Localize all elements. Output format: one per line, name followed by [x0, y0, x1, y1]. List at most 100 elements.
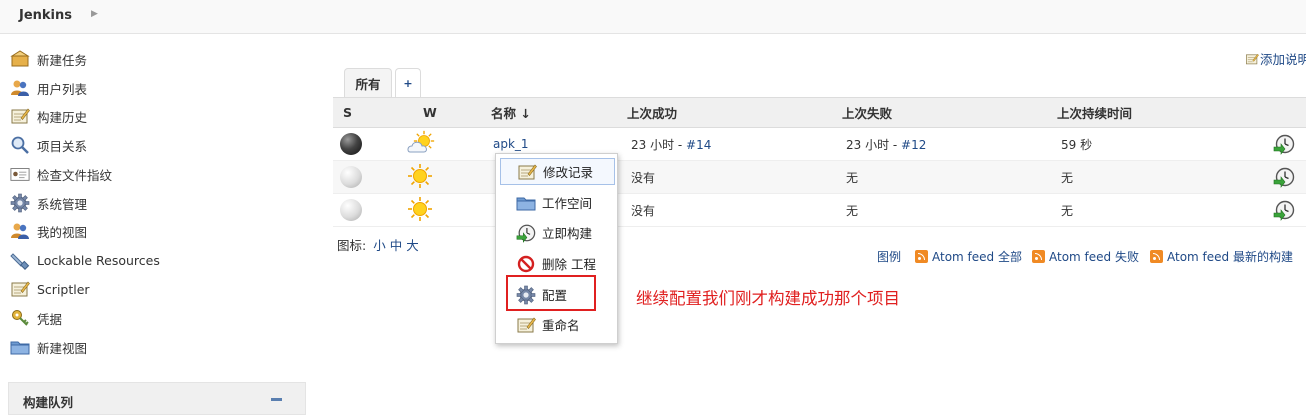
sidebar-item-label: 我的视图: [37, 224, 88, 240]
folder-icon: [516, 193, 536, 213]
atom-feed-fail[interactable]: Atom feed 失败: [1032, 247, 1139, 265]
icon-size-label: 图标:: [337, 238, 367, 253]
sidebar-item-lockable-resources[interactable]: Lockable Resources: [10, 249, 160, 271]
menu-item-changes[interactable]: 修改记录: [500, 158, 615, 185]
breadcrumb-arrow-icon[interactable]: ▶: [91, 9, 98, 19]
add-description-link[interactable]: 添加说明: [1245, 49, 1306, 68]
folder-icon: [10, 337, 30, 357]
fingerprint-icon: [10, 164, 30, 184]
column-last-failure[interactable]: 上次失败: [842, 97, 1057, 128]
icon-size-large-link[interactable]: 大: [406, 238, 419, 253]
column-last-success[interactable]: 上次成功: [627, 97, 842, 128]
sidebar-item-manage-jenkins[interactable]: 系统管理: [10, 192, 87, 214]
sidebar-item-new-view[interactable]: 新建视图: [10, 336, 87, 358]
schedule-build-icon[interactable]: [1273, 166, 1295, 188]
job-context-menu: 修改记录 工作空间 立即构建 删除 工程 配置 重命名: [495, 153, 618, 344]
atom-feed-all[interactable]: Atom feed 全部: [915, 247, 1022, 265]
table-row: apk_1 23 小时 - #14 23 小时 - #12 59 秒: [333, 127, 1306, 161]
atom-feed-latest-link[interactable]: Atom feed 最新的构建: [1167, 248, 1293, 265]
notepad-icon: [10, 279, 30, 299]
last-success-build-link[interactable]: #14: [686, 138, 711, 152]
icon-size-selector: 图标: 小 中 大: [337, 235, 419, 254]
status-ball-icon: [340, 166, 362, 188]
sidebar-item-label: 用户列表: [37, 81, 88, 97]
notepad-icon: [516, 315, 536, 335]
new-item-icon: [10, 49, 30, 69]
icon-size-small-link[interactable]: 小: [373, 238, 386, 253]
gear-icon: [10, 193, 30, 213]
build-queue-title: 构建队列: [23, 395, 74, 410]
top-bar: Jenkins ▶: [0, 0, 1306, 34]
menu-item-delete-project[interactable]: 删除 工程: [500, 250, 615, 277]
last-failure-text: 无: [846, 170, 859, 185]
menu-item-label: 重命名: [542, 318, 580, 333]
add-description-label[interactable]: 添加说明: [1260, 49, 1306, 68]
weather-sunny-icon: [407, 163, 433, 192]
table-row: 没有 无 无: [333, 193, 1306, 227]
duration-text: 无: [1061, 203, 1074, 218]
jenkins-logo-link[interactable]: Jenkins: [19, 8, 72, 23]
no-entry-icon: [516, 254, 536, 274]
column-status[interactable]: S: [333, 97, 413, 128]
legend-link[interactable]: 图例: [877, 248, 901, 265]
jobs-table: S W 名称 ↓ 上次成功 上次失败 上次持续时间 apk_1 23 小时 - …: [333, 97, 1306, 227]
atom-feed-latest[interactable]: Atom feed 最新的构建: [1150, 247, 1293, 265]
key-icon: [10, 308, 30, 328]
notepad-icon: [10, 106, 30, 126]
menu-item-workspace[interactable]: 工作空间: [500, 189, 615, 216]
menu-item-label: 修改记录: [543, 165, 594, 180]
column-weather[interactable]: W: [413, 97, 491, 128]
rss-icon: [915, 249, 928, 263]
collapse-icon[interactable]: [271, 398, 282, 401]
table-row: 没有 无 无: [333, 160, 1306, 194]
menu-item-label: 立即构建: [542, 226, 593, 241]
sidebar-item-my-views[interactable]: 我的视图: [10, 220, 87, 242]
weather-partly-cloudy-icon: [407, 129, 437, 159]
sidebar-item-label: 新建视图: [37, 340, 88, 356]
sidebar-item-project-relationship[interactable]: 项目关系: [10, 134, 87, 156]
last-success-text: 没有: [631, 170, 656, 185]
schedule-build-icon[interactable]: [1273, 133, 1295, 155]
column-name[interactable]: 名称 ↓: [491, 97, 627, 128]
sidebar-item-credentials[interactable]: 凭据: [10, 307, 62, 329]
status-ball-icon: [340, 133, 362, 155]
sidebar-item-label: Scriptler: [37, 281, 90, 297]
build-queue-panel: 构建队列: [8, 382, 306, 415]
schedule-build-icon[interactable]: [1273, 199, 1295, 221]
atom-feed-fail-link[interactable]: Atom feed 失败: [1049, 248, 1139, 265]
atom-feed-all-link[interactable]: Atom feed 全部: [932, 248, 1022, 265]
search-icon: [10, 135, 30, 155]
tab-add-view[interactable]: +: [395, 68, 421, 97]
sidebar-item-new-item[interactable]: 新建任务: [10, 48, 87, 70]
users-icon: [10, 221, 30, 241]
menu-item-build-now[interactable]: 立即构建: [500, 219, 615, 246]
icon-size-medium-link[interactable]: 中: [390, 238, 403, 253]
weather-sunny-icon: [407, 196, 433, 225]
column-last-duration[interactable]: 上次持续时间: [1057, 97, 1247, 128]
menu-item-rename[interactable]: 重命名: [500, 311, 615, 338]
edit-icon: [1245, 52, 1259, 66]
sidebar-item-fingerprint[interactable]: 检查文件指纹: [10, 163, 112, 185]
last-failure-text: 23 小时 -: [846, 137, 902, 152]
duration-text: 59 秒: [1061, 137, 1093, 152]
sidebar-item-scriptler[interactable]: Scriptler: [10, 278, 90, 300]
column-actions: [1247, 97, 1306, 128]
tab-all[interactable]: 所有: [344, 68, 392, 97]
sidebar-item-label: 凭据: [37, 311, 63, 327]
sidebar-item-label: Lockable Resources: [37, 252, 160, 268]
notepad-icon: [517, 162, 537, 182]
sidebar-item-users[interactable]: 用户列表: [10, 77, 87, 99]
plug-icon: [10, 250, 30, 270]
sidebar-item-label: 新建任务: [37, 52, 88, 68]
last-failure-build-link[interactable]: #12: [901, 138, 926, 152]
last-success-text: 没有: [631, 203, 656, 218]
job-name-link[interactable]: apk_1: [493, 137, 529, 151]
last-failure-text: 无: [846, 203, 859, 218]
build-clock-icon: [516, 223, 536, 243]
sidebar-item-label: 构建历史: [37, 109, 88, 125]
sidebar-item-label: 项目关系: [37, 138, 88, 154]
sidebar-item-label: 系统管理: [37, 196, 88, 212]
table-header-row: S W 名称 ↓ 上次成功 上次失败 上次持续时间: [333, 97, 1306, 128]
menu-item-label: 工作空间: [542, 196, 593, 211]
sidebar-item-build-history[interactable]: 构建历史: [10, 105, 87, 127]
